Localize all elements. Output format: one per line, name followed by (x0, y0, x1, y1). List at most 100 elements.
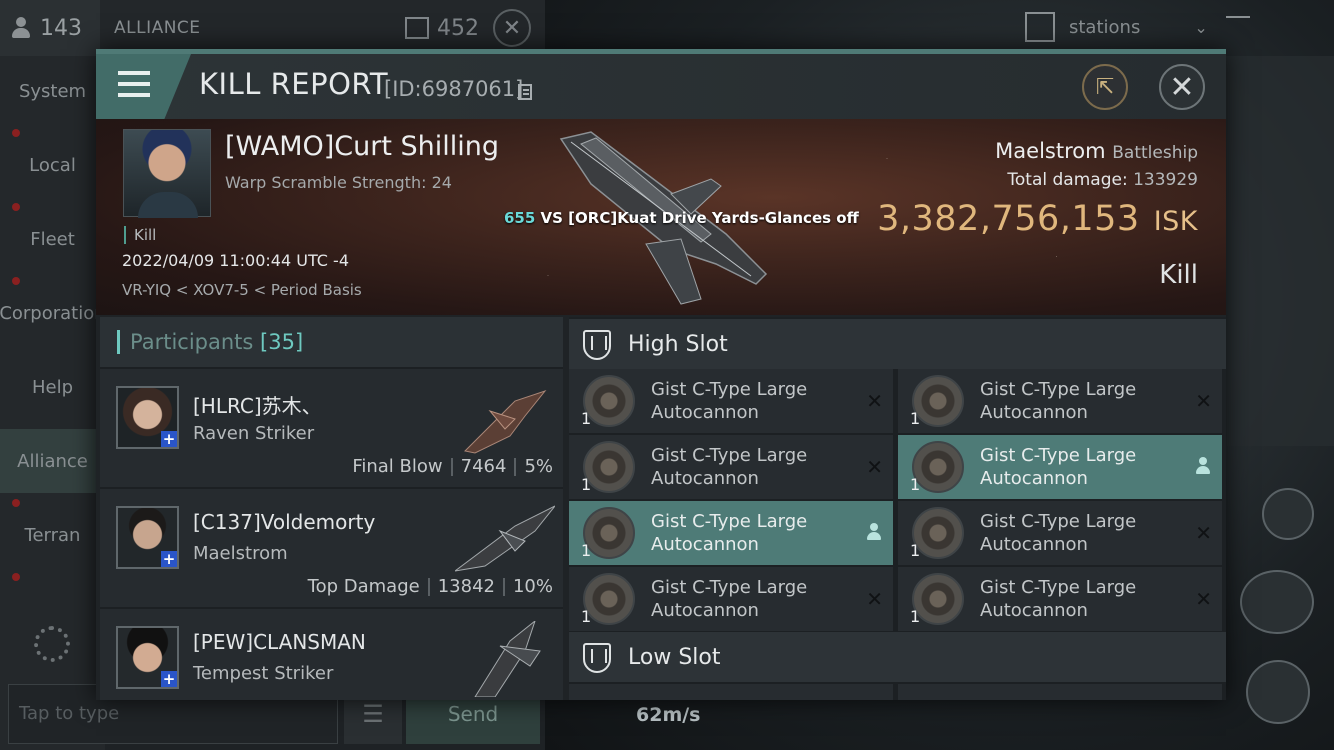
divider (514, 457, 517, 476)
chat-topbar: 143 ALLIANCE 452 ✕ (0, 0, 545, 56)
vs-count: 655 (504, 209, 536, 227)
avatar[interactable]: + (116, 626, 179, 689)
isk-unit: ISK (1153, 206, 1198, 237)
destroyed-icon: ✕ (866, 587, 883, 611)
close-icon[interactable]: ✕ (493, 9, 531, 47)
participants-title: Participants [35] (130, 330, 303, 354)
message-count-value: 452 (437, 15, 479, 41)
add-contact-icon[interactable]: + (161, 671, 177, 687)
copy-icon[interactable] (518, 84, 532, 100)
module-button[interactable] (1240, 570, 1314, 634)
module-quantity: 1 (581, 607, 592, 626)
participant-role: Top Damage (307, 576, 420, 597)
low-slot-title: Low Slot (628, 645, 721, 670)
participants-count: [35] (260, 330, 304, 354)
module-name: Gist C-Type Large Autocannon (980, 445, 1137, 489)
person-icon (10, 17, 32, 39)
sidebar-item-help[interactable]: Help (0, 355, 105, 419)
participant-damage: 7464 (460, 456, 507, 477)
swap-icon[interactable] (1262, 488, 1314, 540)
kill-location[interactable]: VR-YIQ < XOV7-5 < Period Basis (122, 281, 362, 299)
module-item[interactable]: 1 Gist C-Type Large Autocannon ✕ (569, 567, 893, 631)
participant-row[interactable]: + [HLRC]苏木、 Raven Striker Final Blow 746… (100, 369, 563, 487)
participant-stats: Final Blow 7464 5% (352, 456, 553, 477)
sidebar-item-system[interactable]: System (0, 59, 105, 123)
add-contact-icon[interactable]: + (161, 431, 177, 447)
module-quantity: 1 (910, 607, 921, 626)
module-item[interactable]: 1 Gist C-Type Large Autocannon ✕ (898, 369, 1222, 433)
overview-panel (1226, 56, 1334, 446)
high-slot-title: High Slot (628, 332, 728, 357)
module-item[interactable]: 1 Gist C-Type Large Autocannon ✕ (898, 567, 1222, 631)
module-name: Gist C-Type Large Autocannon (651, 445, 808, 489)
channel-name: ALLIANCE (114, 18, 201, 38)
fittings-panel[interactable]: High Slot 1 Gist C-Type Large Autocannon… (569, 317, 1226, 700)
ship-image (463, 389, 547, 454)
module-quantity: 1 (581, 409, 592, 428)
module-item[interactable]: 1 Gist C-Type Large Autocannon ✕ (569, 369, 893, 433)
participants-panel[interactable]: Participants [35] + [HLRC]苏木、 Raven Stri… (100, 317, 563, 700)
victim-subtitle: Warp Scramble Strength: 24 (225, 173, 452, 192)
sidebar-item-corporation[interactable]: Corporation (0, 281, 106, 345)
module-item[interactable] (569, 684, 893, 700)
module-item[interactable]: 1 Gist C-Type Large Autocannon (898, 435, 1222, 499)
sidebar-item-fleet[interactable]: Fleet (0, 207, 105, 271)
speed-readout: 62m/s (636, 704, 701, 726)
victim-avatar[interactable] (123, 129, 211, 218)
victim-name[interactable]: [WAMO]Curt Shilling (225, 131, 499, 162)
participant-ship: Maelstrom (193, 543, 288, 564)
vs-summary: 655 VS [ORC]Kuat Drive Yards-Glances off (504, 209, 859, 227)
participant-percent: 10% (512, 576, 553, 597)
low-slot-icon (583, 643, 611, 673)
report-id: [ID:6987061] (384, 77, 524, 101)
sidebar-item-terran[interactable]: Terran (0, 503, 105, 567)
participant-damage: 13842 (437, 576, 495, 597)
divider (502, 577, 505, 596)
share-icon[interactable]: ⇱ (1082, 64, 1128, 110)
gear-icon[interactable] (34, 626, 70, 662)
sidebar-item-local[interactable]: Local (0, 133, 105, 197)
total-damage-label: Total damage: (1007, 170, 1128, 190)
stations-label: stations (1069, 16, 1141, 38)
kill-tag: Kill (124, 226, 156, 244)
add-contact-icon[interactable]: + (161, 551, 177, 567)
module-item[interactable]: 1 Gist C-Type Large Autocannon ✕ (569, 435, 893, 499)
destroyed-icon: ✕ (1195, 521, 1212, 545)
member-count-value: 143 (40, 15, 82, 41)
dropped-icon (1196, 457, 1210, 475)
participant-row[interactable]: + [PEW]CLANSMAN Tempest Striker (100, 609, 563, 700)
stations-filter[interactable]: stations ⌄ (1025, 12, 1208, 42)
menu-button[interactable] (96, 54, 191, 119)
ship-class: Battleship (1112, 143, 1198, 163)
message-icon (405, 17, 429, 39)
module-button[interactable] (1246, 660, 1310, 724)
module-item[interactable]: 1 Gist C-Type Large Autocannon (569, 501, 893, 565)
filter-icon[interactable] (1226, 16, 1250, 40)
chevron-down-icon[interactable]: ⌄ (1194, 18, 1207, 37)
participant-row[interactable]: + [C137]Voldemorty Maelstrom Top Damage … (100, 489, 563, 607)
sidebar-item-alliance[interactable]: Alliance (0, 429, 105, 493)
module-quantity: 1 (581, 475, 592, 494)
total-damage: Total damage: 133929 (1007, 170, 1198, 190)
module-item[interactable] (898, 684, 1222, 700)
participants-header: Participants [35] (100, 317, 563, 367)
close-icon[interactable]: ✕ (1159, 64, 1205, 110)
page-title: KILL REPORT (199, 67, 389, 101)
destroyed-icon: ✕ (866, 389, 883, 413)
module-quantity: 1 (910, 541, 921, 560)
participant-name: [PEW]CLANSMAN (193, 630, 366, 654)
participant-ship: Tempest Striker (193, 663, 334, 684)
avatar[interactable]: + (116, 386, 179, 449)
avatar[interactable]: + (116, 506, 179, 569)
stations-checkbox[interactable] (1025, 12, 1055, 42)
isk-amount: 3,382,756,153 (877, 199, 1140, 239)
high-slot-header: High Slot (569, 319, 1226, 369)
module-item[interactable]: 1 Gist C-Type Large Autocannon ✕ (898, 501, 1222, 565)
destroyed-icon: ✕ (1195, 587, 1212, 611)
module-name: Gist C-Type Large Autocannon (980, 379, 1137, 423)
ship-name: Maelstrom (995, 139, 1106, 163)
header-accent (117, 330, 120, 354)
vs-text: VS [ORC]Kuat Drive Yards-Glances off (535, 209, 859, 227)
participant-name: [C137]Voldemorty (193, 510, 376, 534)
member-count[interactable]: 143 (0, 0, 100, 56)
